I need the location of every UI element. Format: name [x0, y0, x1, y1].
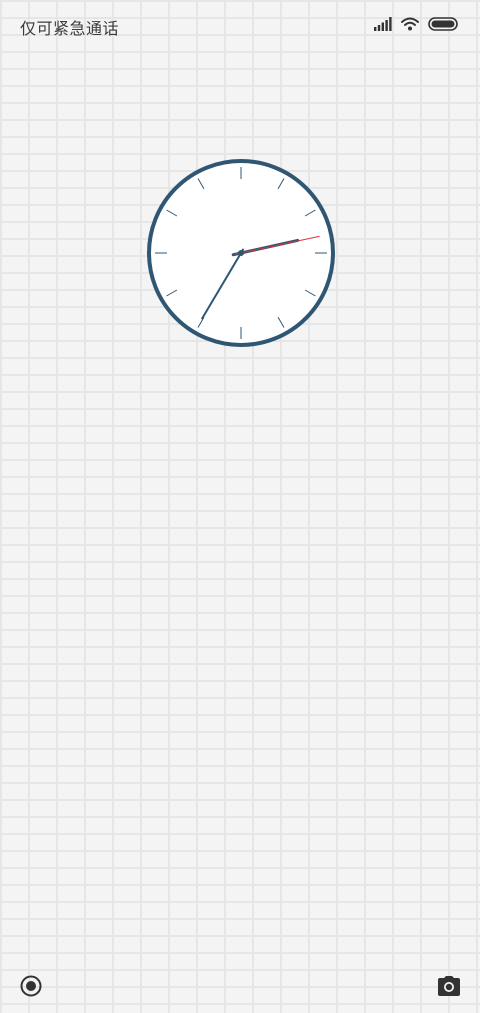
signal-icon	[374, 17, 392, 31]
target-icon	[20, 975, 42, 997]
wifi-icon	[401, 17, 419, 31]
camera-icon	[438, 976, 460, 996]
status-icons	[374, 17, 458, 31]
clock-center	[238, 250, 244, 256]
carrier-status-text: 仅可紧急通话	[20, 19, 120, 38]
analog-clock	[145, 157, 337, 349]
camera-button[interactable]	[437, 975, 461, 997]
battery-icon	[428, 17, 458, 31]
status-bar: 仅可紧急通话	[0, 0, 480, 52]
target-button[interactable]	[20, 975, 42, 997]
